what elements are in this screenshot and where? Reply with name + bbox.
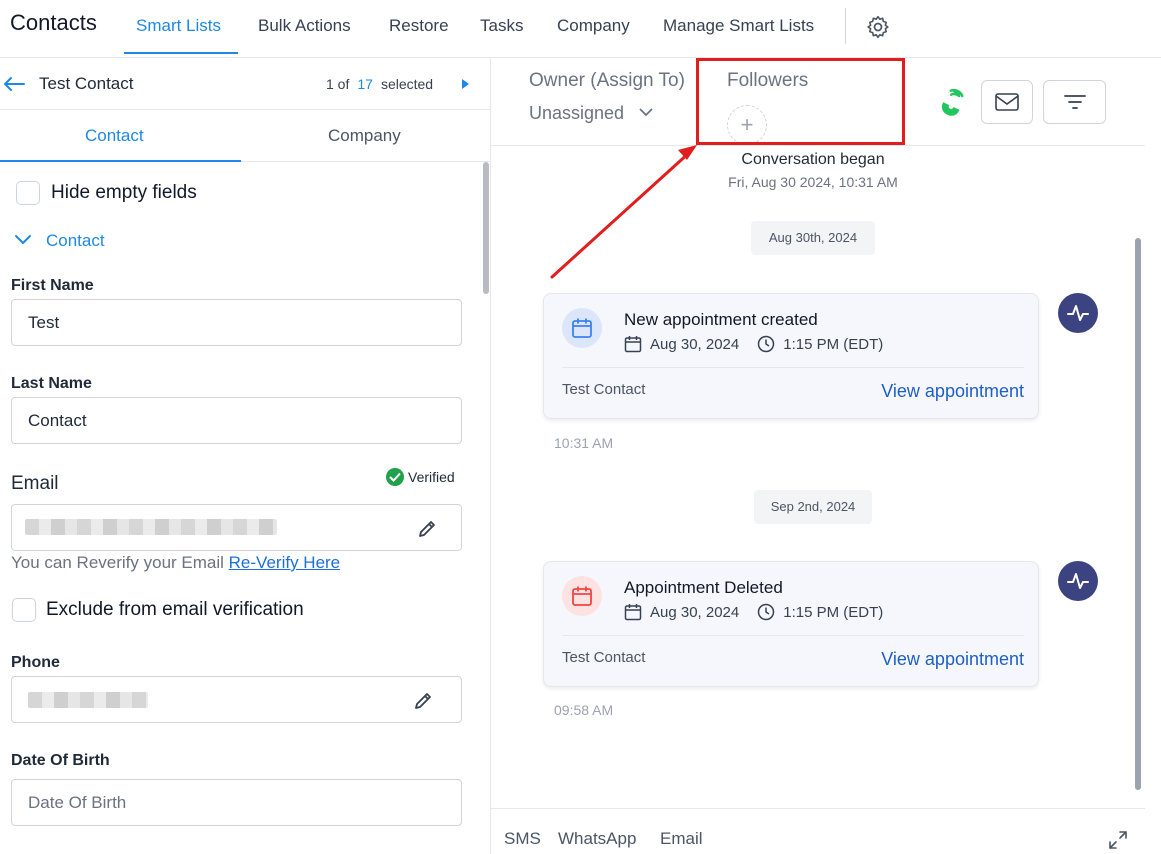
contact-header: Test Contact 1 of 17 selected [0, 58, 490, 110]
gear-icon[interactable] [865, 14, 891, 40]
pencil-icon[interactable] [416, 518, 438, 540]
pager-total[interactable]: 17 [357, 76, 373, 92]
nav-restore[interactable]: Restore [389, 16, 449, 36]
owner-select[interactable]: Unassigned [529, 103, 624, 124]
owner-label: Owner (Assign To) [529, 70, 685, 91]
hide-empty-fields-label: Hide empty fields [51, 182, 197, 203]
view-appointment-link[interactable]: View appointment [881, 649, 1024, 670]
phone-field[interactable] [11, 676, 462, 723]
clock-icon [758, 603, 775, 621]
verified-badge: Verified [386, 468, 455, 486]
nav-company[interactable]: Company [557, 16, 630, 36]
email-button[interactable] [981, 80, 1033, 124]
nav-active-underline [124, 52, 238, 54]
activity-time: 1:15 PM (EDT) [783, 336, 884, 353]
tab-whatsapp[interactable]: WhatsApp [558, 829, 636, 849]
calendar-small-icon [624, 604, 642, 621]
expand-icon[interactable] [1108, 830, 1128, 850]
last-name-label: Last Name [11, 375, 92, 392]
tab-active-underline [0, 160, 241, 162]
reverify-link[interactable]: Re-Verify Here [229, 553, 340, 572]
tab-sms[interactable]: SMS [504, 829, 541, 849]
chevron-down-icon[interactable] [14, 234, 32, 246]
top-nav: Contacts Smart Lists Bulk Actions Restor… [0, 0, 1161, 58]
view-appointment-link[interactable]: View appointment [881, 381, 1024, 402]
first-name-field[interactable]: Test [11, 299, 462, 346]
back-arrow-icon[interactable] [3, 76, 25, 92]
reverify-text: You can Reverify your Email Re-Verify He… [11, 553, 340, 573]
phone-icon[interactable] [937, 88, 967, 118]
calendar-icon [562, 308, 602, 348]
card-divider [562, 635, 1024, 636]
dob-placeholder: Date Of Birth [28, 793, 127, 812]
nav-manage-smart-lists[interactable]: Manage Smart Lists [663, 16, 814, 36]
calendar-small-icon [624, 336, 642, 353]
pager-suffix: selected [380, 76, 434, 92]
app-title: Contacts [10, 10, 97, 35]
verified-label: Verified [408, 469, 455, 485]
activity-title: Appointment Deleted [624, 578, 783, 597]
hide-empty-fields-checkbox[interactable] [16, 181, 40, 205]
contact-name: Test Contact [39, 74, 134, 93]
detail-tabs: Contact Company [0, 110, 490, 162]
dob-label: Date Of Birth [11, 752, 110, 769]
tab-company[interactable]: Company [328, 126, 401, 146]
last-name-field[interactable]: Contact [11, 397, 462, 444]
activity-date: Aug 30, 2024 [650, 336, 740, 353]
mail-icon [995, 93, 1019, 111]
contact-pager: 1 of 17 selected [326, 76, 433, 92]
clock-icon [758, 335, 775, 353]
tab-contact[interactable]: Contact [85, 126, 144, 146]
calendar-icon [562, 576, 602, 616]
contact-details-panel: Test Contact 1 of 17 selected Contact Comp… [0, 58, 491, 854]
conversation-header: Owner (Assign To) Unassigned Followers + [491, 58, 1145, 146]
activity-contact: Test Contact [562, 649, 646, 666]
phone-value-redacted [28, 692, 148, 708]
compose-tabs: SMS WhatsApp Email [491, 808, 1145, 854]
nav-divider [845, 8, 846, 44]
date-divider: Aug 30th, 2024 [751, 221, 875, 255]
pencil-icon[interactable] [412, 690, 434, 712]
next-contact-icon[interactable] [462, 79, 469, 89]
activity-date: Aug 30, 2024 [650, 604, 740, 621]
activity-contact: Test Contact [562, 381, 646, 398]
nav-tasks[interactable]: Tasks [480, 16, 523, 36]
first-name-label: First Name [11, 277, 94, 294]
filter-button[interactable] [1043, 80, 1106, 124]
activity-title: New appointment created [624, 310, 818, 329]
activity-timestamp: 09:58 AM [554, 702, 614, 718]
email-label: Email [11, 473, 59, 494]
dob-field[interactable]: Date Of Birth [11, 779, 462, 826]
annotation-highlight-box [696, 58, 905, 145]
annotation-arrow [550, 145, 697, 279]
activity-meta: Aug 30, 2024 1:15 PM (EDT) [624, 335, 883, 353]
activity-pulse-icon [1058, 293, 1098, 333]
filter-icon [1064, 95, 1086, 109]
left-scrollbar[interactable] [483, 162, 489, 294]
pager-prefix: 1 of [326, 76, 350, 92]
activity-pulse-icon [1058, 561, 1098, 601]
email-value-redacted [25, 519, 277, 535]
activity-card: New appointment created Aug 30, 2024 1:15… [543, 293, 1039, 419]
card-divider [562, 367, 1024, 368]
email-field[interactable] [11, 504, 462, 551]
exclude-verification-checkbox[interactable] [12, 598, 36, 622]
tab-email[interactable]: Email [660, 829, 703, 849]
check-circle-icon [386, 468, 404, 486]
activity-card: Appointment Deleted Aug 30, 2024 1:15 PM … [543, 561, 1039, 687]
exclude-verification-label: Exclude from email verification [46, 599, 304, 620]
first-name-value: Test [28, 313, 60, 332]
phone-label: Phone [11, 654, 60, 671]
reverify-hint: You can Reverify your Email [11, 553, 224, 572]
nav-bulk-actions[interactable]: Bulk Actions [258, 16, 351, 36]
date-divider: Sep 2nd, 2024 [754, 490, 872, 524]
activity-meta: Aug 30, 2024 1:15 PM (EDT) [624, 603, 883, 621]
section-contact-title[interactable]: Contact [46, 231, 105, 251]
activity-timestamp: 10:31 AM [554, 435, 614, 451]
chevron-down-icon[interactable] [639, 108, 653, 117]
last-name-value: Contact [28, 411, 87, 430]
feed-scrollbar[interactable] [1135, 238, 1141, 790]
nav-smart-lists[interactable]: Smart Lists [136, 16, 221, 36]
activity-time: 1:15 PM (EDT) [783, 604, 884, 621]
